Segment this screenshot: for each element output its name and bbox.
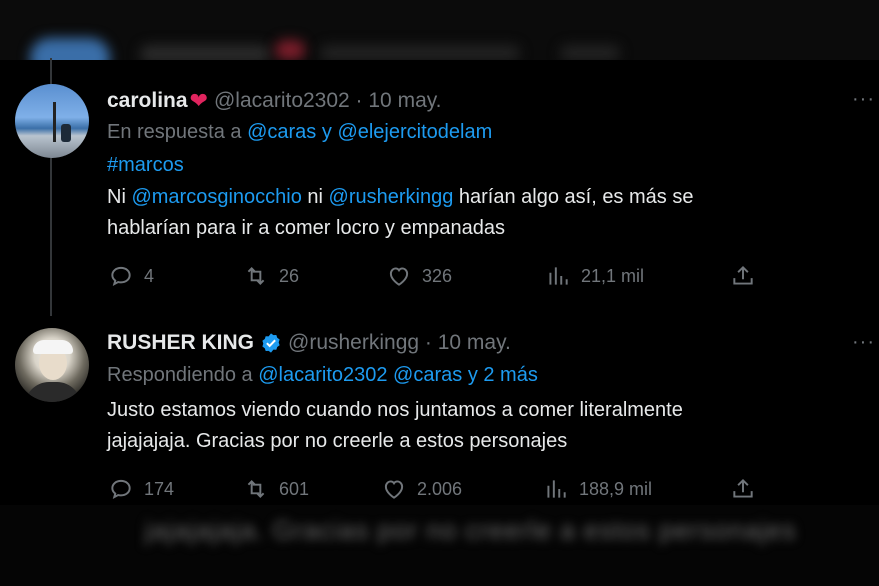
mention-link-rusherkingg[interactable]: @rusherkingg <box>329 186 454 208</box>
views-button[interactable]: 188,9 mil <box>543 476 652 502</box>
replying-to: Respondiendo a @lacarito2302 @caras y 2 … <box>107 364 538 387</box>
share-icon <box>733 265 753 285</box>
display-name[interactable]: carolina <box>107 89 188 113</box>
tweet-header: RUSHER KING @rusherkingg · 10 may. <box>107 331 511 355</box>
tweet-text-line-1: Ni @marcosginocchio ni @rusherkingg harí… <box>107 182 693 213</box>
handle-and-date[interactable]: @rusherkingg · 10 may. <box>288 331 511 355</box>
blurred-text-line: jajajajaja. Gracias por no creerle a est… <box>145 515 797 545</box>
tweet-actions: 174 601 2.006 188,9 mil <box>0 476 879 506</box>
mention-link-elejercitodelam[interactable]: @elejercitodelam <box>337 121 492 143</box>
retweet-icon <box>247 267 265 285</box>
retweet-count: 601 <box>279 478 310 499</box>
mention-link-caras[interactable]: @caras <box>247 121 316 143</box>
tweet-text-line-2: hablarían para ir a comer locro y empana… <box>107 217 505 239</box>
blurred-previous-tweet <box>0 0 879 60</box>
text-segment: harían algo así, es más se <box>453 186 694 208</box>
heart-icon <box>384 480 404 499</box>
bar-chart-icon <box>549 267 568 285</box>
red-heart-emoji-icon: ❤ <box>189 88 208 113</box>
bar-chart-icon <box>547 480 566 498</box>
display-name[interactable]: RUSHER KING <box>107 331 254 355</box>
reply-button[interactable]: 174 <box>108 476 174 502</box>
views-count: 21,1 mil <box>581 265 645 286</box>
share-button[interactable] <box>730 476 756 502</box>
replying-to: En respuesta a @caras y @elejercitodelam <box>107 121 492 144</box>
retweet-icon <box>247 480 265 498</box>
text-segment: ni <box>301 186 329 208</box>
replying-prefix: Respondiendo a <box>107 364 259 386</box>
reply-count: 174 <box>144 478 175 499</box>
avatar[interactable] <box>15 84 89 158</box>
more-options-icon[interactable]: ··· <box>852 88 875 111</box>
mention-link-marcosginocchio[interactable]: @marcosginocchio <box>131 186 301 208</box>
avatar[interactable] <box>15 328 89 402</box>
replying-prefix: En respuesta a <box>107 121 248 143</box>
heart-icon <box>389 267 409 286</box>
retweet-button[interactable]: 26 <box>243 263 299 289</box>
like-button[interactable]: 2.006 <box>381 476 462 502</box>
views-count: 188,9 mil <box>579 478 653 499</box>
reply-button[interactable]: 4 <box>108 263 154 289</box>
text-segment: Ni <box>107 186 132 208</box>
tweet-text: Ni @marcosginocchio ni @rusherkingg harí… <box>107 182 693 244</box>
views-button[interactable]: 21,1 mil <box>545 263 644 289</box>
handle-and-date[interactable]: @lacarito2302 · 10 may. <box>214 89 442 113</box>
like-button[interactable]: 326 <box>386 263 452 289</box>
like-count: 326 <box>422 265 453 286</box>
retweet-button[interactable]: 601 <box>243 476 309 502</box>
mention-links[interactable]: @lacarito2302 @caras y 2 más <box>258 364 538 386</box>
like-count: 2.006 <box>417 478 463 499</box>
tweet-actions: 4 26 326 21,1 mil <box>0 263 879 293</box>
reply-count: 4 <box>144 265 155 286</box>
share-icon <box>733 478 753 498</box>
share-button[interactable] <box>730 263 756 289</box>
tweet-text: Justo estamos viendo cuando nos juntamos… <box>107 395 683 457</box>
verified-badge-icon <box>262 333 280 353</box>
hashtag-link[interactable]: #marcos <box>107 154 184 177</box>
reply-icon <box>111 479 131 500</box>
tweet-text-line-1: Justo estamos viendo cuando nos juntamos… <box>107 399 683 421</box>
more-options-icon[interactable]: ··· <box>852 331 875 354</box>
tweet-header: carolina ❤ @lacarito2302 · 10 may. <box>107 88 442 114</box>
blurred-duplicate-text: jajajajaja. Gracias por no creerle a est… <box>0 505 879 586</box>
reply-icon <box>111 266 131 287</box>
replying-and: y <box>316 121 338 143</box>
retweet-count: 26 <box>279 265 300 286</box>
tweet-text-line-2: jajajajaja. Gracias por no creerle a est… <box>107 430 568 452</box>
